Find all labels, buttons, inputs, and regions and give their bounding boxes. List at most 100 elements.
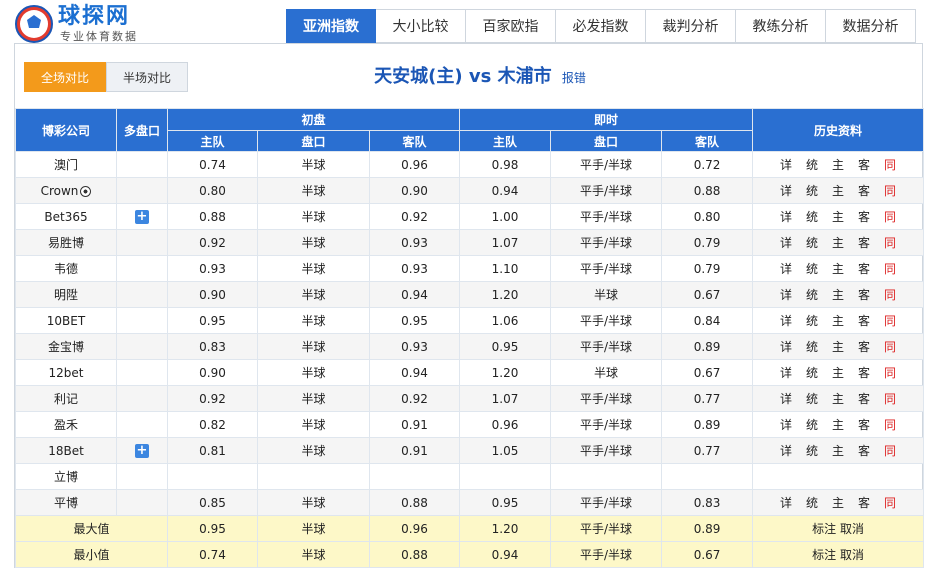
history-link-stats[interactable]: 统 (799, 494, 825, 511)
history-link-detail[interactable]: 详 (773, 494, 799, 511)
history-link-home[interactable]: 主 (825, 364, 851, 381)
cancel-button[interactable]: 取消 (840, 548, 864, 562)
expand-plus-icon[interactable]: + (135, 210, 149, 224)
history-link-detail[interactable]: 详 (773, 156, 799, 173)
company-cell[interactable]: 利记 (15, 385, 117, 412)
company-cell[interactable]: 金宝博 (15, 333, 117, 360)
company-name[interactable]: 利记 (54, 392, 78, 406)
expand-plus-icon[interactable]: + (135, 444, 149, 458)
history-link-stats[interactable]: 统 (799, 260, 825, 277)
history-link-detail[interactable]: 详 (773, 182, 799, 199)
history-link-same[interactable]: 同 (877, 494, 903, 511)
history-link-same[interactable]: 同 (877, 260, 903, 277)
history-link-away[interactable]: 客 (851, 494, 877, 511)
company-cell[interactable]: 韦德 (15, 255, 117, 282)
history-link-home[interactable]: 主 (825, 234, 851, 251)
tab-data-analysis[interactable]: 数据分析 (826, 9, 916, 43)
history-link-stats[interactable]: 统 (799, 208, 825, 225)
company-name[interactable]: 10BET (47, 314, 85, 328)
history-link-stats[interactable]: 统 (799, 182, 825, 199)
company-name[interactable]: 明陞 (54, 288, 78, 302)
history-link-detail[interactable]: 详 (773, 442, 799, 459)
history-link-away[interactable]: 客 (851, 286, 877, 303)
tab-referee-analysis[interactable]: 裁判分析 (646, 9, 736, 43)
history-link-away[interactable]: 客 (851, 182, 877, 199)
company-cell[interactable]: Bet365 (15, 203, 117, 230)
history-link-stats[interactable]: 统 (799, 390, 825, 407)
history-link-home[interactable]: 主 (825, 390, 851, 407)
multi-line-cell[interactable]: + (116, 437, 168, 464)
history-link-home[interactable]: 主 (825, 494, 851, 511)
history-link-same[interactable]: 同 (877, 182, 903, 199)
history-link-detail[interactable]: 详 (773, 416, 799, 433)
history-link-away[interactable]: 客 (851, 364, 877, 381)
company-cell[interactable]: 澳门 (15, 151, 117, 178)
history-link-same[interactable]: 同 (877, 390, 903, 407)
subtab-half-time[interactable]: 半场对比 (106, 62, 188, 92)
history-link-home[interactable]: 主 (825, 182, 851, 199)
mark-button[interactable]: 标注 (812, 548, 836, 562)
history-link-stats[interactable]: 统 (799, 416, 825, 433)
history-link-same[interactable]: 同 (877, 312, 903, 329)
history-link-away[interactable]: 客 (851, 442, 877, 459)
company-name[interactable]: 韦德 (54, 262, 78, 276)
site-logo[interactable]: 球探网 专业体育数据 (14, 4, 164, 44)
tab-asian-odds[interactable]: 亚洲指数 (286, 9, 376, 43)
history-link-same[interactable]: 同 (877, 234, 903, 251)
history-link-away[interactable]: 客 (851, 234, 877, 251)
history-link-detail[interactable]: 详 (773, 338, 799, 355)
history-link-same[interactable]: 同 (877, 442, 903, 459)
history-link-detail[interactable]: 详 (773, 234, 799, 251)
multi-line-cell[interactable]: + (116, 203, 168, 230)
tab-coach-analysis[interactable]: 教练分析 (736, 9, 826, 43)
mark-button[interactable]: 标注 (812, 522, 836, 536)
history-link-detail[interactable]: 详 (773, 260, 799, 277)
company-name[interactable]: 立博 (54, 470, 78, 484)
history-link-stats[interactable]: 统 (799, 286, 825, 303)
history-link-same[interactable]: 同 (877, 338, 903, 355)
history-link-detail[interactable]: 详 (773, 312, 799, 329)
history-link-same[interactable]: 同 (877, 286, 903, 303)
tab-betfair-index[interactable]: 必发指数 (556, 9, 646, 43)
history-link-same[interactable]: 同 (877, 416, 903, 433)
history-link-same[interactable]: 同 (877, 208, 903, 225)
history-link-stats[interactable]: 统 (799, 312, 825, 329)
company-cell[interactable]: 明陞 (15, 281, 117, 308)
history-link-away[interactable]: 客 (851, 208, 877, 225)
history-link-home[interactable]: 主 (825, 338, 851, 355)
company-cell[interactable]: Crown (15, 177, 117, 204)
tab-over-under[interactable]: 大小比较 (376, 9, 466, 43)
company-cell[interactable]: 平博 (15, 489, 117, 516)
company-cell[interactable]: 12bet (15, 359, 117, 386)
history-link-home[interactable]: 主 (825, 286, 851, 303)
company-cell[interactable]: 立博 (15, 463, 117, 490)
company-cell[interactable]: 易胜博 (15, 229, 117, 256)
history-link-away[interactable]: 客 (851, 390, 877, 407)
company-cell[interactable]: 18Bet (15, 437, 117, 464)
history-link-detail[interactable]: 详 (773, 286, 799, 303)
subtab-full-match[interactable]: 全场对比 (24, 62, 106, 92)
history-link-home[interactable]: 主 (825, 416, 851, 433)
history-link-away[interactable]: 客 (851, 260, 877, 277)
history-link-stats[interactable]: 统 (799, 338, 825, 355)
history-link-detail[interactable]: 详 (773, 208, 799, 225)
history-link-same[interactable]: 同 (877, 364, 903, 381)
history-link-detail[interactable]: 详 (773, 390, 799, 407)
company-name[interactable]: 易胜博 (48, 236, 84, 250)
history-link-away[interactable]: 客 (851, 416, 877, 433)
history-link-home[interactable]: 主 (825, 156, 851, 173)
company-name[interactable]: Crown (41, 184, 79, 198)
history-link-home[interactable]: 主 (825, 312, 851, 329)
company-name[interactable]: 12bet (49, 366, 84, 380)
company-cell[interactable]: 10BET (15, 307, 117, 334)
history-link-stats[interactable]: 统 (799, 156, 825, 173)
company-name[interactable]: 澳门 (54, 158, 78, 172)
history-link-home[interactable]: 主 (825, 208, 851, 225)
report-error-link[interactable]: 报错 (562, 71, 586, 85)
history-link-detail[interactable]: 详 (773, 364, 799, 381)
history-link-stats[interactable]: 统 (799, 234, 825, 251)
cancel-button[interactable]: 取消 (840, 522, 864, 536)
history-link-same[interactable]: 同 (877, 156, 903, 173)
tab-european-odds[interactable]: 百家欧指 (466, 9, 556, 43)
history-link-away[interactable]: 客 (851, 338, 877, 355)
